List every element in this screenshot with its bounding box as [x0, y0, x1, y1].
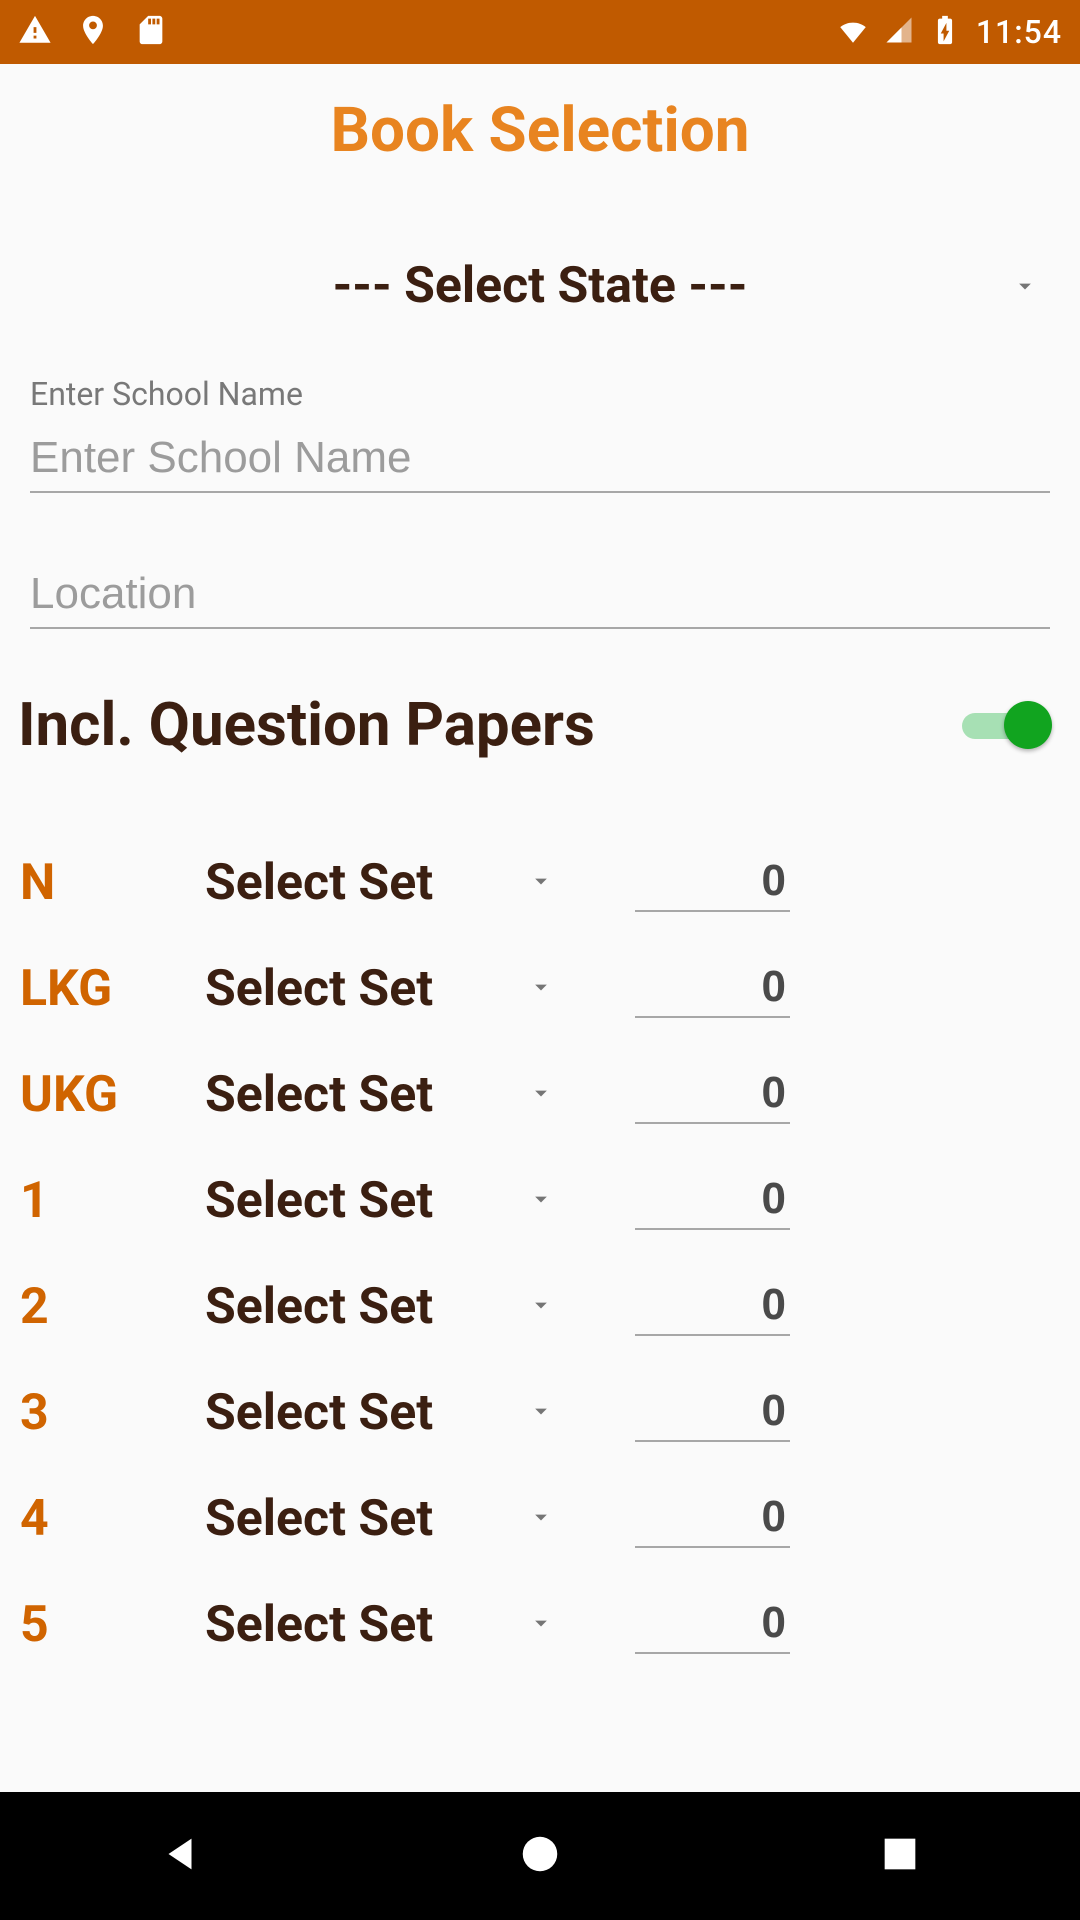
cell-signal-icon [884, 15, 914, 49]
chevron-down-icon [527, 1185, 555, 1217]
grade-row: 4Select Set [20, 1466, 1060, 1572]
status-bar-left [18, 13, 168, 51]
set-select-label: Select Set [205, 1172, 527, 1230]
home-circle-icon [517, 1862, 563, 1881]
chevron-down-icon [527, 1609, 555, 1641]
grade-label: 5 [20, 1596, 205, 1654]
status-time: 11:54 [976, 13, 1062, 51]
quantity-input[interactable] [635, 1066, 790, 1124]
warning-icon [18, 13, 52, 51]
back-button[interactable] [137, 1811, 223, 1901]
location-icon [76, 13, 110, 51]
switch-thumb [1004, 701, 1052, 749]
school-name-field: Enter School Name [0, 375, 1080, 493]
chevron-down-icon [527, 1291, 555, 1323]
chevron-down-icon [1000, 272, 1050, 300]
set-select-label: Select Set [205, 854, 527, 912]
wifi-icon [836, 13, 870, 51]
set-select-label: Select Set [205, 960, 527, 1018]
grade-label: LKG [20, 960, 205, 1018]
grade-list: NSelect SetLKGSelect SetUKGSelect Set1Se… [0, 830, 1080, 1678]
back-triangle-icon [157, 1862, 203, 1881]
question-papers-toggle[interactable] [962, 701, 1050, 749]
set-select-label: Select Set [205, 1490, 527, 1548]
recents-button[interactable] [857, 1811, 943, 1901]
quantity-input[interactable] [635, 854, 790, 912]
grade-label: UKG [20, 1066, 205, 1124]
question-papers-row: Incl. Question Papers [0, 689, 1080, 760]
set-select[interactable]: Select Set [205, 1490, 575, 1548]
quantity-input[interactable] [635, 960, 790, 1018]
grade-label: 3 [20, 1384, 205, 1442]
quantity-input[interactable] [635, 1384, 790, 1442]
page-content: Book Selection --- Select State --- Ente… [0, 64, 1080, 1678]
set-select[interactable]: Select Set [205, 1066, 575, 1124]
state-select-label: --- Select State --- [30, 257, 1000, 315]
navigation-bar [0, 1792, 1080, 1920]
quantity-input[interactable] [635, 1596, 790, 1654]
chevron-down-icon [527, 1079, 555, 1111]
school-name-label: Enter School Name [30, 375, 1050, 413]
recents-square-icon [877, 1862, 923, 1881]
quantity-input[interactable] [635, 1278, 790, 1336]
state-select[interactable]: --- Select State --- [0, 257, 1080, 315]
grade-row: 1Select Set [20, 1148, 1060, 1254]
grade-row: 5Select Set [20, 1572, 1060, 1678]
set-select[interactable]: Select Set [205, 960, 575, 1018]
grade-label: 2 [20, 1278, 205, 1336]
set-select[interactable]: Select Set [205, 1278, 575, 1336]
status-bar: 11:54 [0, 0, 1080, 64]
grade-row: UKGSelect Set [20, 1042, 1060, 1148]
set-select[interactable]: Select Set [205, 1384, 575, 1442]
set-select[interactable]: Select Set [205, 1172, 575, 1230]
chevron-down-icon [527, 973, 555, 1005]
status-bar-right: 11:54 [836, 13, 1062, 51]
page-title: Book Selection [0, 94, 1080, 167]
location-input[interactable] [30, 563, 1050, 629]
sd-card-icon [134, 13, 168, 51]
location-field [0, 563, 1080, 629]
chevron-down-icon [527, 867, 555, 899]
grade-row: LKGSelect Set [20, 936, 1060, 1042]
quantity-input[interactable] [635, 1172, 790, 1230]
battery-charging-icon [928, 13, 962, 51]
grade-label: 4 [20, 1490, 205, 1548]
school-name-input[interactable] [30, 427, 1050, 493]
set-select-label: Select Set [205, 1066, 527, 1124]
home-button[interactable] [497, 1811, 583, 1901]
grade-label: 1 [20, 1172, 205, 1230]
set-select-label: Select Set [205, 1384, 527, 1442]
set-select[interactable]: Select Set [205, 854, 575, 912]
quantity-input[interactable] [635, 1490, 790, 1548]
set-select-label: Select Set [205, 1278, 527, 1336]
set-select[interactable]: Select Set [205, 1596, 575, 1654]
chevron-down-icon [527, 1503, 555, 1535]
chevron-down-icon [527, 1397, 555, 1429]
grade-label: N [20, 854, 205, 912]
question-papers-label: Incl. Question Papers [18, 689, 962, 760]
grade-row: 3Select Set [20, 1360, 1060, 1466]
grade-row: 2Select Set [20, 1254, 1060, 1360]
set-select-label: Select Set [205, 1596, 527, 1654]
grade-row: NSelect Set [20, 830, 1060, 936]
